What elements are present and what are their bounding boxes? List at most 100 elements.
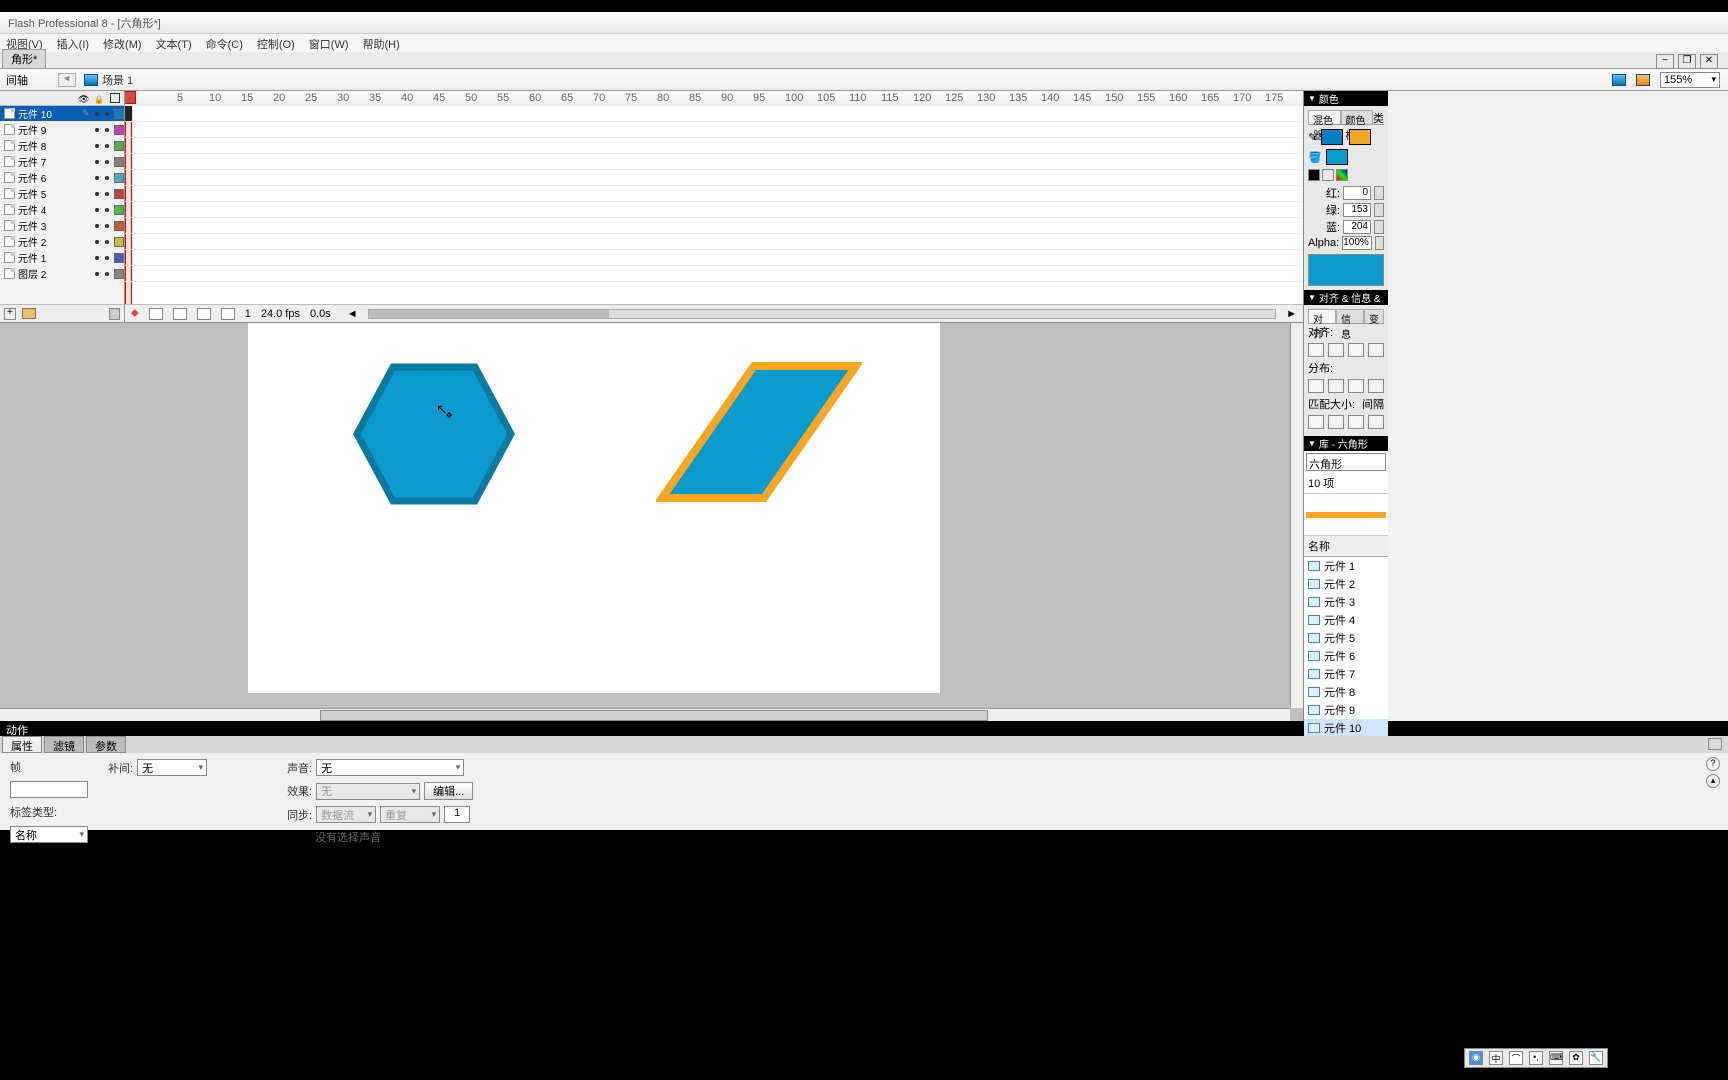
layer-color-swatch[interactable] xyxy=(114,109,124,119)
ime-mode-icon[interactable]: ◉ xyxy=(1469,1051,1483,1065)
layer-row[interactable]: 元件 2 xyxy=(0,234,124,250)
ime-softkb-button[interactable]: ⌨ xyxy=(1549,1051,1563,1065)
menu-text[interactable]: 文本(T) xyxy=(156,36,192,50)
mixer-tab[interactable]: 混色器 xyxy=(1308,110,1341,124)
timeline-ruler[interactable]: 1510152025303540455055606570758085909510… xyxy=(125,91,1303,106)
dist-bottom-button[interactable] xyxy=(1348,379,1364,393)
library-item[interactable]: 元件 1 xyxy=(1304,557,1388,575)
layer-row[interactable]: 元件 10 ✎ xyxy=(0,106,124,122)
layer-row[interactable]: 元件 6 xyxy=(0,170,124,186)
library-item[interactable]: 元件 6 xyxy=(1304,647,1388,665)
align-left-button[interactable] xyxy=(1308,343,1324,357)
document-tab[interactable]: 角形* xyxy=(2,49,46,68)
eye-column-icon[interactable] xyxy=(78,93,88,103)
effect-select[interactable]: 无 xyxy=(316,783,420,800)
layer-color-swatch[interactable] xyxy=(114,205,124,215)
menu-control[interactable]: 控制(O) xyxy=(257,36,295,50)
restore-button[interactable]: ❐ xyxy=(1678,54,1696,69)
blue-input[interactable]: 204 xyxy=(1343,220,1371,234)
match-width-button[interactable] xyxy=(1308,415,1324,429)
dist-left-button[interactable] xyxy=(1368,379,1384,393)
align-tab[interactable]: 对齐 xyxy=(1308,309,1336,323)
align-right-button[interactable] xyxy=(1348,343,1364,357)
layer-row[interactable]: 元件 1 xyxy=(0,250,124,266)
red-spinner[interactable] xyxy=(1374,186,1384,200)
edit-sound-button[interactable]: 编辑... xyxy=(424,782,473,800)
library-item[interactable]: 元件 7 xyxy=(1304,665,1388,683)
layer-color-swatch[interactable] xyxy=(114,141,124,151)
edit-multi-button[interactable] xyxy=(221,308,235,320)
hexagon-shape[interactable] xyxy=(353,363,515,505)
layer-row[interactable]: 元件 5 xyxy=(0,186,124,202)
layer-row[interactable]: 元件 4 xyxy=(0,202,124,218)
parallelogram-shape[interactable] xyxy=(656,361,862,503)
match-height-button[interactable] xyxy=(1328,415,1344,429)
color-panel-header[interactable]: 颜色 xyxy=(1304,91,1388,106)
layer-row[interactable]: 元件 3 xyxy=(0,218,124,234)
layer-color-swatch[interactable] xyxy=(114,221,124,231)
layer-row[interactable]: 元件 9 xyxy=(0,122,124,138)
alpha-spinner[interactable] xyxy=(1375,236,1384,250)
layer-row[interactable]: 元件 8 xyxy=(0,138,124,154)
edit-symbols-icon[interactable] xyxy=(1636,74,1650,86)
alpha-input[interactable]: 100% xyxy=(1342,236,1372,250)
menu-help[interactable]: 帮助(H) xyxy=(363,36,400,50)
menu-insert[interactable]: 插入(I) xyxy=(57,36,89,50)
match-both-button[interactable] xyxy=(1348,415,1364,429)
onion-outline-button[interactable] xyxy=(197,308,211,320)
scene-back-button[interactable] xyxy=(58,73,76,87)
layer-color-swatch[interactable] xyxy=(114,189,124,199)
delete-layer-button[interactable] xyxy=(109,308,120,320)
onion-skin-button[interactable] xyxy=(173,308,187,320)
library-item[interactable]: 元件 4 xyxy=(1304,611,1388,629)
actions-panel-header[interactable]: 动作 xyxy=(0,721,1728,736)
ime-punct-button[interactable]: •, xyxy=(1529,1051,1543,1065)
align-panel-header[interactable]: 对齐 & 信息 & xyxy=(1304,290,1388,305)
layer-row[interactable]: 元件 7 xyxy=(0,154,124,170)
help-icon[interactable]: ? xyxy=(1706,757,1720,771)
filters-tab[interactable]: 滤镜 xyxy=(44,736,84,753)
sound-select[interactable]: 无 xyxy=(316,759,464,776)
zoom-select[interactable]: 155% xyxy=(1660,72,1720,88)
stage[interactable]: ↖✥ xyxy=(248,323,940,693)
ime-lang-button[interactable]: 中 xyxy=(1489,1051,1503,1065)
library-item[interactable]: 元件 10 xyxy=(1304,719,1388,737)
add-folder-button[interactable] xyxy=(22,308,36,319)
horizontal-scrollbar[interactable] xyxy=(0,708,1290,721)
library-item[interactable]: 元件 8 xyxy=(1304,683,1388,701)
dist-vcenter-button[interactable] xyxy=(1328,379,1344,393)
sync-select[interactable]: 数据流 xyxy=(316,806,376,823)
swatches-tab[interactable]: 颜色样 xyxy=(1341,110,1374,124)
tween-select[interactable]: 无 xyxy=(137,759,207,776)
info-tab[interactable]: 信息 xyxy=(1336,309,1364,323)
align-hcenter-button[interactable] xyxy=(1328,343,1344,357)
ime-shape-button[interactable]: ⌒ xyxy=(1509,1051,1523,1065)
stage-area[interactable]: ↖✥ xyxy=(0,323,1303,721)
outline-column-icon[interactable] xyxy=(110,93,120,103)
menu-modify[interactable]: 修改(M) xyxy=(103,36,142,50)
layer-color-swatch[interactable] xyxy=(114,253,124,263)
layer-color-swatch[interactable] xyxy=(114,125,124,135)
library-item[interactable]: 元件 9 xyxy=(1304,701,1388,719)
no-color-icon[interactable] xyxy=(1322,169,1334,181)
params-tab[interactable]: 参数 xyxy=(86,736,126,753)
library-item[interactable]: 元件 5 xyxy=(1304,629,1388,647)
center-frame-button[interactable] xyxy=(149,308,163,320)
lock-column-icon[interactable] xyxy=(94,93,104,103)
green-spinner[interactable] xyxy=(1374,203,1384,217)
ime-skin-button[interactable]: ✿ xyxy=(1569,1051,1583,1065)
stroke-swatch[interactable] xyxy=(1321,129,1343,145)
ime-settings-button[interactable]: 🔧 xyxy=(1589,1051,1603,1065)
properties-tab[interactable]: 属性 xyxy=(2,736,42,753)
library-item[interactable]: 元件 3 xyxy=(1304,593,1388,611)
add-layer-button[interactable] xyxy=(4,308,16,320)
layer-color-swatch[interactable] xyxy=(114,237,124,247)
vertical-scrollbar[interactable] xyxy=(1290,323,1303,708)
swap-colors-icon[interactable] xyxy=(1336,169,1348,181)
library-doc-select[interactable]: 六角形 xyxy=(1306,453,1386,471)
minimize-button[interactable]: − xyxy=(1656,54,1674,69)
timeline-scrollbar[interactable] xyxy=(368,309,1276,319)
menu-commands[interactable]: 命令(C) xyxy=(206,36,243,50)
edit-scene-icon[interactable] xyxy=(1612,74,1626,86)
expand-icon[interactable]: ▴ xyxy=(1706,774,1720,788)
